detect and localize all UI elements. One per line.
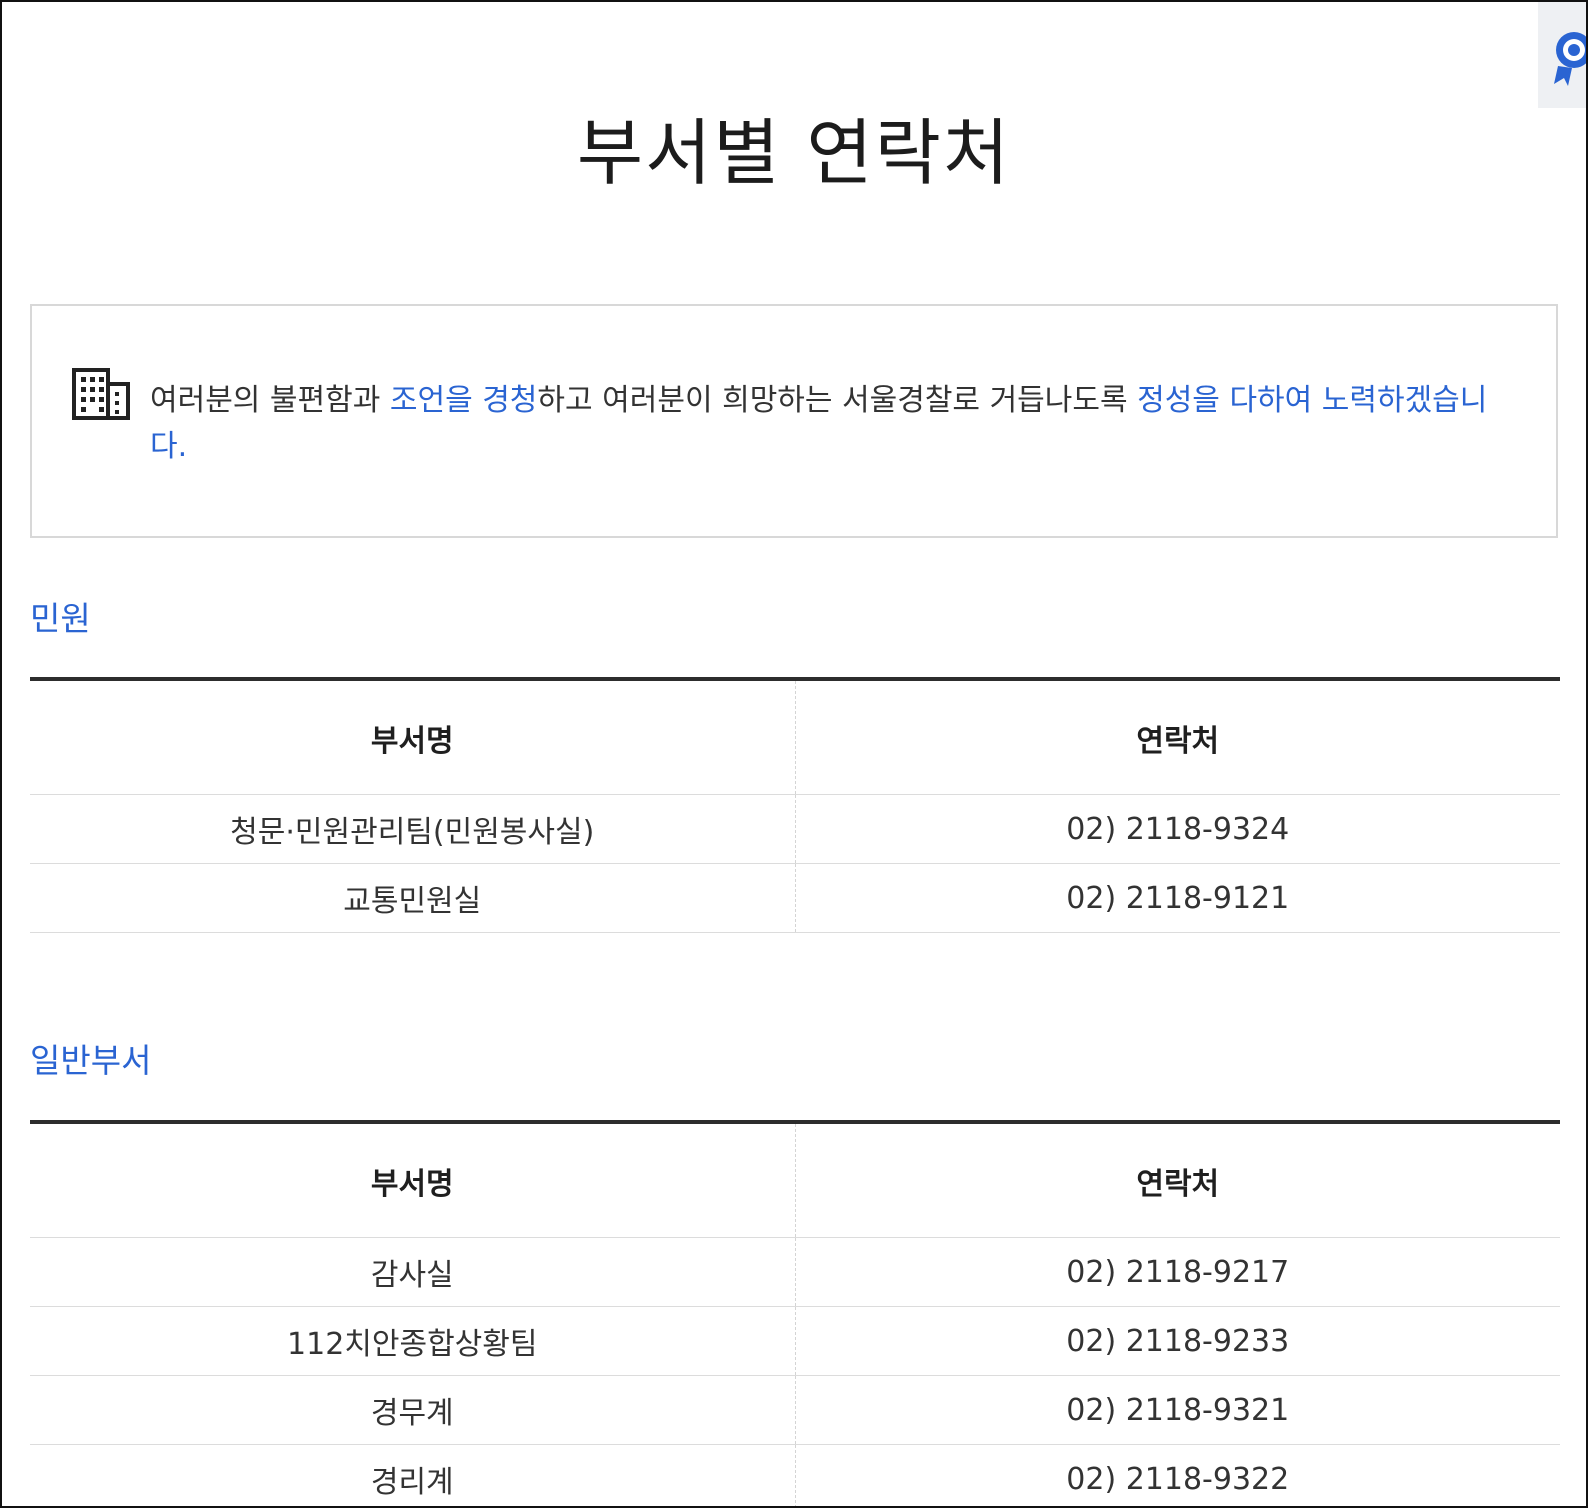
department-cell: 경무계 [30, 1376, 796, 1444]
department-cell: 112치안종합상황팀 [30, 1307, 796, 1375]
notice-text-part: 여러분의 불편함과 [150, 383, 390, 418]
page-frame: 부서별 연락처 여러분의 불편함과 조언을 경청하고 여러분이 희망하는 서울경… [0, 0, 1588, 1508]
phone-cell: 02) 2118-9321 [1066, 1392, 1290, 1428]
phone-cell: 02) 2118-9121 [1066, 880, 1290, 916]
department-cell: 경리계 [30, 1445, 796, 1506]
civil-contacts-table: 부서명 연락처 청문·민원관리팀(민원봉사실) 02) 2118-9324 교통… [30, 677, 1560, 933]
phone-cell: 02) 2118-9233 [1066, 1323, 1290, 1359]
table-row: 감사실 02) 2118-9217 [30, 1238, 1560, 1307]
notice-highlight: 조언을 경청 [389, 383, 538, 418]
table-row: 경리계 02) 2118-9322 [30, 1445, 1560, 1506]
column-header-department: 부서명 [30, 1124, 796, 1237]
notice-text: 여러분의 불편함과 조언을 경청하고 여러분이 희망하는 서울경찰로 거듭나도록… [150, 378, 1520, 470]
award-badge-icon [1554, 32, 1586, 86]
phone-cell: 02) 2118-9217 [1066, 1254, 1290, 1290]
column-header-contact: 연락처 [1136, 723, 1220, 759]
phone-cell: 02) 2118-9322 [1066, 1461, 1290, 1497]
table-row: 경무계 02) 2118-9321 [30, 1376, 1560, 1445]
section-title-general: 일반부서 [30, 1041, 152, 1080]
table-row: 교통민원실 02) 2118-9121 [30, 864, 1560, 933]
table-header-row: 부서명 연락처 [30, 1124, 1560, 1238]
phone-cell: 02) 2118-9324 [1066, 811, 1290, 847]
table-header-row: 부서명 연락처 [30, 681, 1560, 795]
notice-text-part: 하고 여러분이 희망하는 서울경찰로 거듭나도록 [537, 383, 1138, 418]
page-title: 부서별 연락처 [576, 111, 1012, 195]
table-row: 청문·민원관리팀(민원봉사실) 02) 2118-9324 [30, 795, 1560, 864]
section-title-civil: 민원 [30, 599, 91, 638]
department-cell: 감사실 [30, 1238, 796, 1306]
notice-box: 여러분의 불편함과 조언을 경청하고 여러분이 희망하는 서울경찰로 거듭나도록… [30, 304, 1558, 538]
general-contacts-table: 부서명 연락처 감사실 02) 2118-9217 112치안종합상황팀 02)… [30, 1120, 1560, 1506]
building-icon [72, 368, 130, 420]
column-header-contact: 연락처 [1136, 1166, 1220, 1202]
department-cell: 청문·민원관리팀(민원봉사실) [30, 795, 796, 863]
column-header-department: 부서명 [30, 681, 796, 794]
side-badge[interactable] [1538, 2, 1586, 108]
table-row: 112치안종합상황팀 02) 2118-9233 [30, 1307, 1560, 1376]
department-cell: 교통민원실 [30, 864, 796, 932]
